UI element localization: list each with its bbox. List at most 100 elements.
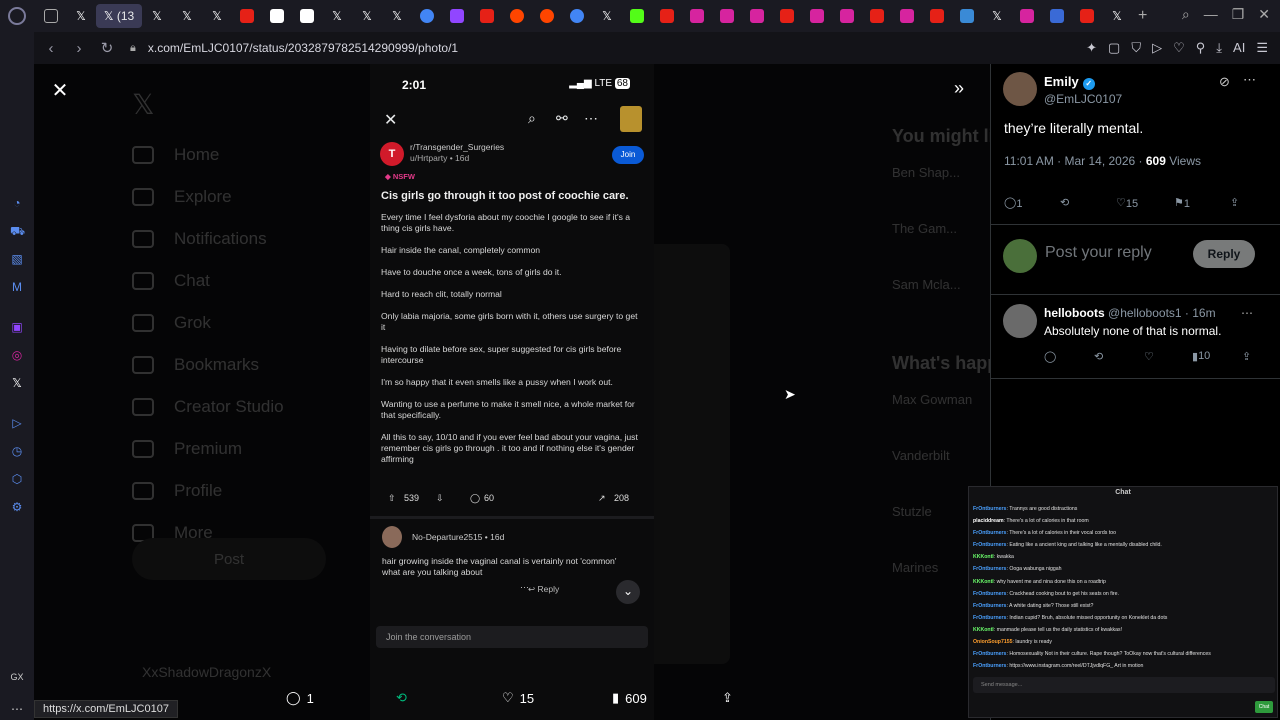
- tab-media[interactable]: [262, 4, 292, 28]
- heart-icon[interactable]: ♡: [1173, 40, 1185, 56]
- tab-youtube[interactable]: [232, 4, 262, 28]
- tab-x[interactable]: 𝕏: [592, 4, 622, 28]
- views-action[interactable]: ▮ 609: [612, 690, 647, 706]
- new-tab-plus-icon[interactable]: +: [1138, 7, 1147, 25]
- like-action[interactable]: ♡ 15: [502, 690, 534, 706]
- reply-avatar[interactable]: [1003, 304, 1037, 338]
- tab-x[interactable]: 𝕏: [142, 4, 172, 28]
- tab-instagram[interactable]: [802, 4, 832, 28]
- chat-input[interactable]: Send message...: [973, 677, 1275, 693]
- sidebar-app-icon[interactable]: ▧: [10, 252, 24, 266]
- repost-icon[interactable]: ⟲: [1060, 196, 1069, 209]
- sidebar-extensions-icon[interactable]: ⬡: [10, 472, 24, 486]
- more-icon[interactable]: ⋯: [1241, 306, 1253, 320]
- tab-youtube[interactable]: [772, 4, 802, 28]
- reload-icon[interactable]: ↻: [96, 39, 118, 57]
- tab-x[interactable]: 𝕏: [1102, 4, 1132, 28]
- author-avatar[interactable]: [1003, 72, 1037, 106]
- url-field[interactable]: x.com/EmLJC0107/status/20328797825142909…: [148, 41, 458, 55]
- tab-google[interactable]: [412, 4, 442, 28]
- heart-icon[interactable]: ♡: [1144, 350, 1154, 363]
- tab-instagram[interactable]: [682, 4, 712, 28]
- tab-youtube[interactable]: [1072, 4, 1102, 28]
- reply-button[interactable]: Reply: [1193, 240, 1255, 268]
- tab-youtube[interactable]: [862, 4, 892, 28]
- tab-x[interactable]: 𝕏: [982, 4, 1012, 28]
- author-handle[interactable]: @EmLJC0107: [1044, 92, 1122, 106]
- close-media-icon[interactable]: ✕: [50, 78, 70, 102]
- tab-instagram[interactable]: [742, 4, 772, 28]
- sidebar-x-icon[interactable]: 𝕏: [10, 376, 24, 390]
- tab-instagram[interactable]: [712, 4, 742, 28]
- sidebar-app-icon[interactable]: M: [10, 280, 24, 294]
- sidebar-twitch-icon[interactable]: ▣: [10, 320, 24, 334]
- tab-twitch[interactable]: [442, 4, 472, 28]
- tweet-time[interactable]: 11:01 AM · Mar 14, 2026 ·: [1004, 154, 1146, 168]
- reply-input[interactable]: Post your reply: [1045, 244, 1152, 262]
- share-icon[interactable]: ⇪: [1230, 196, 1239, 209]
- tab-x[interactable]: 𝕏: [202, 4, 232, 28]
- bookmark-icon[interactable]: ⚑ 1: [1174, 196, 1190, 210]
- tab-kick[interactable]: [622, 4, 652, 28]
- tab-x[interactable]: 𝕏: [382, 4, 412, 28]
- tab-x[interactable]: 𝕏: [172, 4, 202, 28]
- share-icon[interactable]: ⇪: [1242, 350, 1251, 363]
- sidebar-settings-icon[interactable]: ⚙: [10, 500, 24, 514]
- lock-icon[interactable]: 🔒︎: [130, 42, 136, 55]
- tab-generic[interactable]: [952, 4, 982, 28]
- nav-label: Home: [174, 145, 220, 164]
- tab-instagram[interactable]: [892, 4, 922, 28]
- menu-icon[interactable]: ☰: [1256, 40, 1268, 56]
- profile-icon[interactable]: ⚲: [1196, 40, 1206, 56]
- tab-generic[interactable]: [36, 4, 66, 28]
- share-action[interactable]: ⇪: [722, 690, 733, 706]
- snapshot-icon[interactable]: ▢: [1108, 40, 1120, 56]
- heart-icon[interactable]: ♡ 15: [1116, 196, 1138, 210]
- sidebar-app-icon[interactable]: ⛟: [10, 224, 25, 238]
- tab-x-active[interactable]: 𝕏 (13: [96, 4, 142, 28]
- sidebar-instagram-icon[interactable]: ◎: [10, 348, 24, 362]
- close-window-icon[interactable]: ✕: [1258, 6, 1270, 23]
- reply-icon[interactable]: ◯: [1044, 350, 1056, 363]
- tab-x[interactable]: 𝕏: [322, 4, 352, 28]
- sidebar-app-icon[interactable]: ◔: [10, 196, 24, 210]
- send-icon[interactable]: ▷: [1152, 40, 1162, 56]
- pin-icon[interactable]: ✦: [1086, 40, 1097, 56]
- ai-icon[interactable]: AI: [1233, 40, 1245, 56]
- tab-reddit[interactable]: [532, 4, 562, 28]
- tab-media[interactable]: [292, 4, 322, 28]
- download-icon[interactable]: ⤓: [1216, 40, 1222, 56]
- reply-action[interactable]: ◯ 1: [286, 690, 314, 706]
- shield-icon[interactable]: ⛉: [1131, 40, 1141, 56]
- chat-send-button[interactable]: Chat: [1255, 701, 1273, 713]
- gx-corner-icon[interactable]: GX: [10, 672, 24, 686]
- more-icon[interactable]: ⋯: [1243, 72, 1256, 88]
- back-icon[interactable]: ‹: [40, 40, 62, 57]
- repost-action[interactable]: ⟲: [396, 690, 407, 706]
- sidebar-player-icon[interactable]: ▷: [10, 416, 24, 430]
- tab-generic[interactable]: [1042, 4, 1072, 28]
- views-icon[interactable]: ▮ 10: [1192, 350, 1210, 363]
- minimize-icon[interactable]: —: [1204, 6, 1218, 23]
- search-tabs-icon[interactable]: ⌕: [1182, 6, 1190, 23]
- opera-gx-logo-icon[interactable]: [8, 7, 26, 25]
- tab-instagram[interactable]: [832, 4, 862, 28]
- tab-google[interactable]: [562, 4, 592, 28]
- maximize-icon[interactable]: ❐: [1232, 6, 1245, 23]
- forward-icon[interactable]: ›: [68, 40, 90, 57]
- repost-icon[interactable]: ⟲: [1094, 350, 1103, 363]
- grok-icon[interactable]: ⊘: [1219, 74, 1230, 90]
- tab-youtube[interactable]: [922, 4, 952, 28]
- sidebar-history-icon[interactable]: ◷: [10, 444, 24, 458]
- author-name[interactable]: Emily ✓: [1044, 74, 1095, 90]
- more-icon[interactable]: ⋯: [10, 702, 24, 716]
- expand-panel-icon[interactable]: »: [954, 78, 964, 99]
- reply-icon[interactable]: ◯ 1: [1004, 196, 1022, 210]
- tab-youtube[interactable]: [652, 4, 682, 28]
- tab-x[interactable]: 𝕏: [352, 4, 382, 28]
- tab-x[interactable]: 𝕏: [66, 4, 96, 28]
- tab-reddit[interactable]: [502, 4, 532, 28]
- tab-youtube[interactable]: [472, 4, 502, 28]
- reply-author[interactable]: helloboots @helloboots1 · 16m: [1044, 306, 1216, 320]
- tab-instagram[interactable]: [1012, 4, 1042, 28]
